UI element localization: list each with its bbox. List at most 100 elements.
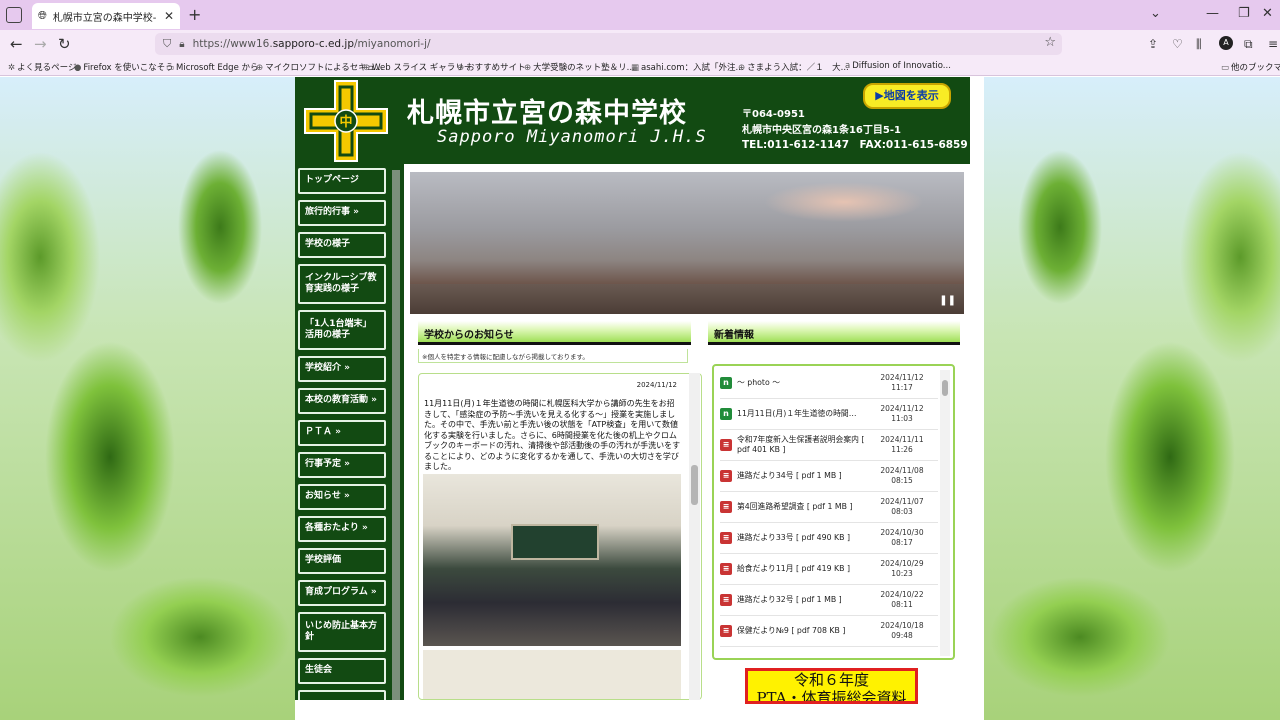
globe-icon: ⊕ <box>524 63 532 73</box>
sidebar-item-newsletters[interactable]: 各種おたより » <box>298 516 386 542</box>
bookmark-star-icon[interactable]: ☆ <box>1044 35 1056 50</box>
news-datetime: 2024/11/12 11:17 <box>880 373 924 392</box>
news-scrollbar[interactable] <box>940 370 950 656</box>
lock-icon[interactable]: 🔒︎ <box>179 39 184 50</box>
news-item[interactable]: n ～ photo ～ 2024/11/12 11:17 <box>720 368 938 399</box>
news-datetime: 2024/10/22 08:11 <box>880 590 924 609</box>
hero-slideshow[interactable]: ❚❚ <box>410 172 964 314</box>
sidebar-item-top[interactable]: トップページ <box>298 168 386 194</box>
bookmark-item[interactable]: ⊕ 大学受験のネット塾＆リ... <box>524 61 635 73</box>
bookmark-item[interactable]: ● Firefox を使いこなそう <box>74 61 174 73</box>
sidebar-scrollbar[interactable] <box>392 170 400 700</box>
asahi-icon: ▦ <box>631 63 640 73</box>
restore-icon[interactable]: ❐ <box>1238 6 1250 21</box>
news-item[interactable]: n 11月11日(月)１年生道徳の時間… 2024/11/12 11:03 <box>720 399 938 430</box>
city-skyline <box>410 284 964 314</box>
sky-glow <box>764 182 924 222</box>
window-close-icon[interactable]: ✕ <box>1262 6 1273 21</box>
globe-icon: ⊕ <box>738 63 746 73</box>
sidebar-item-notices[interactable]: お知らせ » <box>298 484 386 510</box>
news-datetime: 2024/11/12 11:03 <box>880 404 924 423</box>
other-bookmarks[interactable]: ▭他のブックマーク <box>1221 61 1280 73</box>
background-foliage-left <box>0 77 295 720</box>
news-title: 11月11日(月)１年生道徳の時間… <box>737 409 857 419</box>
scroll-thumb[interactable] <box>942 380 948 396</box>
news-item[interactable]: ≡ 保健だより№9 [ pdf 708 KB ] 2024/10/18 09:48 <box>720 616 938 647</box>
sidebar-item-evaluation[interactable]: 学校評価 <box>298 548 386 574</box>
sidebar-item-student-council[interactable]: 生徒会 <box>298 658 386 684</box>
show-map-button[interactable]: ▶地図を表示 <box>863 83 951 109</box>
news-datetime: 2024/11/11 11:26 <box>880 435 924 454</box>
tab-list-icon[interactable] <box>6 7 22 23</box>
news-item[interactable]: ≡ 給食だより11月 [ pdf 419 KB ] 2024/10/29 10:23 <box>720 554 938 585</box>
news-title: 給食だより11月 [ pdf 419 KB ] <box>737 564 851 574</box>
postal-code: 〒064-0951 <box>742 109 805 120</box>
scroll-thumb[interactable] <box>691 465 698 505</box>
news-item[interactable]: ≡ 進路だより34号 [ pdf 1 MB ] 2024/11/08 08:15 <box>720 461 938 492</box>
background-foliage-right <box>984 77 1280 720</box>
news-datetime: 2024/10/29 10:23 <box>880 559 924 578</box>
site-header: 中 札幌市立宮の森中学校 Sapporo Miyanomori J.H.S 〒0… <box>295 77 970 164</box>
sidebar-item-school-life[interactable]: 学校の様子 <box>298 232 386 258</box>
bookmark-item[interactable]: ▭ Microsoft Edge から <box>166 61 259 73</box>
news-item[interactable]: ≡ 令和7年度新入生保護者説明会案内 [ pdf 401 KB ] 2024/11/… <box>720 430 938 461</box>
url-text: https://www16.sapporo-c.ed.jp/miyanomori… <box>192 38 431 50</box>
save-to-pocket-icon[interactable]: ⇪ <box>1148 37 1158 51</box>
globe-icon: ⊕ <box>256 63 264 73</box>
news-item[interactable]: ≡ 第4回進路希望調査 [ pdf 1 MB ] 2024/11/07 08:03 <box>720 492 938 523</box>
pdf-icon: ≡ <box>720 594 732 606</box>
menu-icon[interactable]: ≡ <box>1268 37 1278 51</box>
sidebar-item-trips[interactable]: 旅行的行事 » <box>298 200 386 226</box>
sidebar-item-education[interactable]: 本校の教育活動 » <box>298 388 386 414</box>
reload-icon[interactable]: ↻ <box>58 35 71 53</box>
sidebar-item-pta[interactable]: ＰＴＡ » <box>298 420 386 446</box>
pdf-icon: ≡ <box>720 563 732 575</box>
account-icon[interactable]: A <box>1219 36 1233 50</box>
back-icon[interactable]: ← <box>10 35 23 53</box>
sidebar-item-program[interactable]: 育成プログラム » <box>298 580 386 606</box>
new-tab-icon[interactable]: + <box>188 5 201 24</box>
sidebar-item-inclusive[interactable]: インクルーシブ教育実践の様子 <box>298 264 386 304</box>
sidebar-item-label: 生徒会 <box>305 665 333 676</box>
news-item[interactable]: ≡ 進路だより33号 [ pdf 490 KB ] 2024/10/30 08:17 <box>720 523 938 554</box>
bookmark-item[interactable]: ⊕ おすすめサイト <box>457 61 526 73</box>
shield-icon[interactable]: ⛉ <box>163 37 171 51</box>
folder-icon: ▭ <box>166 63 175 73</box>
pause-icon[interactable]: ❚❚ <box>939 295 956 306</box>
bookmark-item[interactable]: ⊕ Web スライス ギャラリー <box>363 61 472 73</box>
pocket-icon[interactable]: ♡ <box>1172 37 1183 51</box>
forward-icon[interactable]: → <box>34 35 47 53</box>
sidebar-item-schedule[interactable]: 行事予定 » <box>298 452 386 478</box>
contact-phone-fax: TEL:011-612-1147 FAX:011-615-6859 <box>742 139 968 151</box>
minimize-icon[interactable]: — <box>1206 6 1219 21</box>
pta-banner-line2: PTA・体育振総会資料 <box>756 689 907 704</box>
news-title: 令和7年度新入生保護者説明会案内 [ pdf 401 KB ] <box>737 435 865 454</box>
sidebar-item-introduction[interactable]: 学校紹介 » <box>298 356 386 382</box>
chevron-down-icon[interactable]: ⌄ <box>1150 6 1161 21</box>
notice-article: 2024/11/12 11月11日(月)１年生道徳の時間に札幌医科大学から講師の… <box>418 373 702 700</box>
pdf-icon: ≡ <box>720 439 732 451</box>
bookmark-item[interactable]: ⊕ さまよう入試：／１ 大... <box>738 61 849 73</box>
browser-tab[interactable]: 🌐︎ 札幌市立宮の森中学校-トップペ ✕ <box>32 3 180 29</box>
globe-icon: ⊕ <box>457 63 465 73</box>
news-datetime: 2024/11/07 08:03 <box>880 497 924 516</box>
news-datetime: 2024/11/08 08:15 <box>880 466 924 485</box>
bookmark-item[interactable]: ▦ asahi.com：入試「外注... <box>631 61 744 73</box>
notices-scrollbar[interactable] <box>689 373 700 700</box>
library-icon[interactable]: ⫼ <box>1196 37 1202 52</box>
bookmark-item[interactable]: a Diffusion of Innovatio... <box>845 61 951 71</box>
pta-materials-banner[interactable]: 令和６年度 PTA・体育振総会資料 <box>745 668 918 704</box>
extensions-icon[interactable]: ⧉ <box>1244 37 1253 52</box>
sidebar-item-label: いじめ防止基本方針 <box>305 620 378 642</box>
sidebar-item-devices[interactable]: 「1人1台端末」活用の様子 <box>298 310 386 350</box>
sidebar-item-anti-bullying[interactable]: いじめ防止基本方針 <box>298 612 386 652</box>
bookmark-item[interactable]: ✲ よく見るページ <box>8 61 76 73</box>
notice-date: 2024/11/12 <box>636 381 677 389</box>
sidebar-item-more[interactable] <box>298 690 386 700</box>
globe-icon: ⊕ <box>363 63 371 73</box>
close-tab-icon[interactable]: ✕ <box>164 9 174 23</box>
sidebar-item-label: 行事予定 » <box>305 459 350 470</box>
school-name-english: Sapporo Miyanomori J.H.S <box>437 127 707 147</box>
address-bar[interactable]: ⛉ 🔒︎ https://www16.sapporo-c.ed.jp/miyan… <box>155 33 1062 55</box>
news-item[interactable]: ≡ 進路だより32号 [ pdf 1 MB ] 2024/10/22 08:11 <box>720 585 938 616</box>
